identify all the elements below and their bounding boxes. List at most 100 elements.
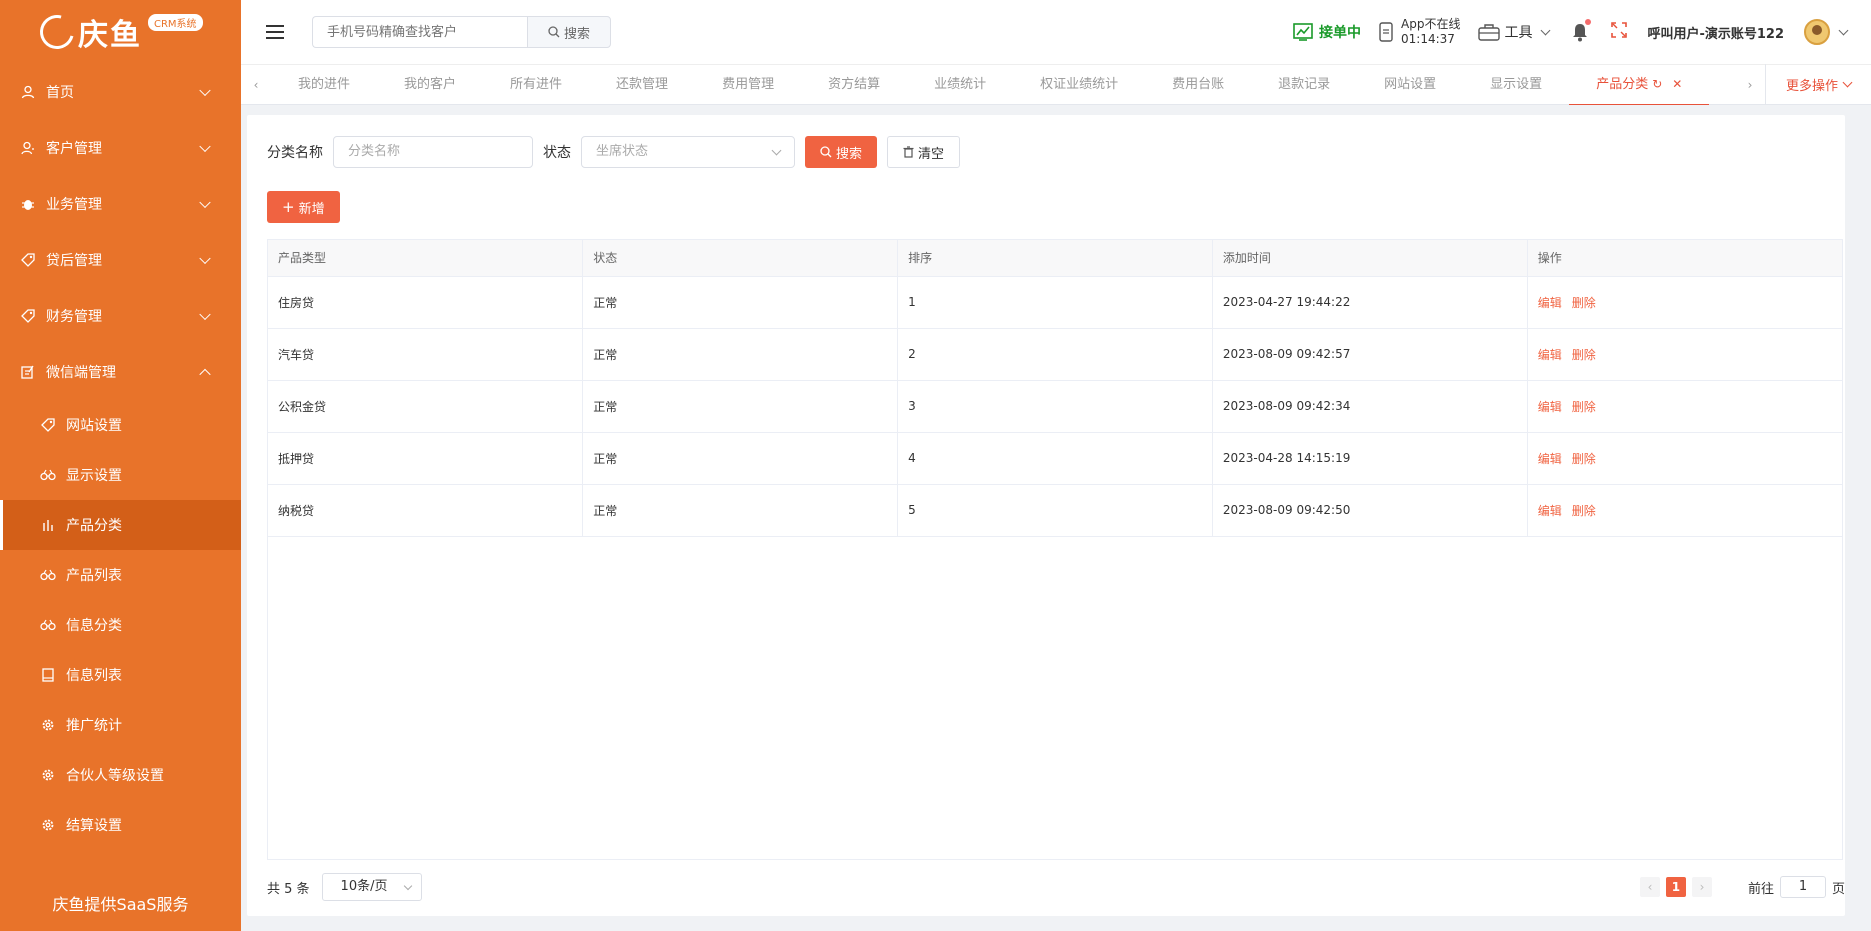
tag-icon	[20, 308, 36, 324]
fullscreen-icon[interactable]	[1611, 22, 1628, 42]
delete-link[interactable]: 删除	[1572, 348, 1596, 362]
chevron-down-icon	[199, 308, 211, 321]
accept-status[interactable]: 接单中	[1293, 22, 1361, 42]
hamburger-menu-icon[interactable]	[266, 25, 284, 39]
sidebar-sub-item-label: 信息分类	[66, 618, 122, 634]
edit-link[interactable]: 编辑	[1538, 348, 1562, 362]
saas-footer: 庆鱼提供SaaS服务	[52, 895, 189, 914]
tab-8[interactable]: 费用台账	[1145, 64, 1251, 105]
tab-scroll-right-icon[interactable]: ›	[1735, 78, 1765, 92]
sidebar-menu-1[interactable]: 客户管理	[0, 120, 241, 176]
add-button[interactable]: + 新增	[267, 191, 340, 223]
cell-operations: 编辑 删除	[1527, 484, 1842, 537]
tab-7[interactable]: 权证业绩统计	[1013, 64, 1145, 105]
column-header: 添加时间	[1212, 240, 1528, 277]
sidebar-sub-item-label: 信息列表	[66, 668, 122, 684]
edit-link[interactable]: 编辑	[1538, 452, 1562, 466]
total-count: 共 5 条	[267, 881, 310, 897]
prev-page-icon[interactable]: ‹	[1639, 877, 1660, 897]
clear-button-label: 清空	[918, 146, 945, 162]
next-page-icon[interactable]: ›	[1691, 877, 1712, 897]
plus-icon: +	[282, 197, 295, 216]
logo[interactable]: 庆鱼 CRM系统	[0, 0, 241, 64]
sidebar-menu-4[interactable]: 财务管理	[0, 288, 241, 344]
delete-link[interactable]: 删除	[1572, 504, 1596, 518]
cell-time: 2023-08-09 09:42:57	[1212, 328, 1528, 381]
delete-link[interactable]: 删除	[1572, 452, 1596, 466]
tab-label: 资方结算	[828, 77, 881, 92]
sidebar-menu-0[interactable]: 首页	[0, 64, 241, 120]
goto-page: 前往 1 页	[1748, 876, 1845, 898]
gear-icon	[40, 717, 56, 733]
accept-status-label: 接单中	[1319, 25, 1361, 41]
current-page[interactable]: 1	[1665, 877, 1686, 897]
table-row: 纳税贷 正常 5 2023-08-09 09:42:50 编辑 删除	[268, 484, 1842, 537]
cell-operations: 编辑 删除	[1527, 276, 1842, 329]
book-icon	[40, 667, 56, 683]
category-table: 产品类型 状态 排序 添加时间 操作 住房贷 正常 1 2023-04-27 19:44:22…	[267, 239, 1843, 860]
header-right: 接单中 App不在线 01:14:37 工具 呼叫用户-演示账号122	[1293, 0, 1871, 64]
notification-bell[interactable]	[1571, 19, 1592, 42]
tab-4[interactable]: 费用管理	[695, 64, 801, 105]
tab-1[interactable]: 我的客户	[377, 64, 483, 105]
tab-3[interactable]: 还款管理	[589, 64, 695, 105]
sidebar-menu-5[interactable]: 微信端管理	[0, 344, 241, 400]
customer-search-button[interactable]: 搜索	[527, 16, 611, 48]
tab-10[interactable]: 网站设置	[1357, 64, 1463, 105]
sidebar-sub-item-8[interactable]: 结算设置	[0, 800, 241, 850]
gear-icon	[40, 817, 56, 833]
table-body: 住房贷 正常 1 2023-04-27 19:44:22 编辑 删除 汽车贷 正常 2 2023-…	[268, 276, 1842, 537]
tab-11[interactable]: 显示设置	[1463, 64, 1569, 105]
tab-6[interactable]: 业绩统计	[907, 64, 1013, 105]
goto-page-input[interactable]: 1	[1779, 876, 1826, 898]
sidebar-menu-2[interactable]: 业务管理	[0, 176, 241, 232]
edit-link[interactable]: 编辑	[1538, 400, 1562, 414]
sidebar-sub-item-7[interactable]: 合伙人等级设置	[0, 750, 241, 800]
trash-icon	[903, 146, 914, 158]
sidebar-sub-item-3[interactable]: 产品列表	[0, 550, 241, 600]
sidebar-sub-item-1[interactable]: 显示设置	[0, 450, 241, 500]
clear-button[interactable]: 清空	[887, 136, 961, 168]
user-chevron-down-icon[interactable]	[1838, 25, 1849, 35]
refresh-icon[interactable]: ↻	[1652, 77, 1662, 91]
search-icon	[548, 26, 560, 38]
tab-2[interactable]: 所有进件	[483, 64, 589, 105]
sidebar-sub-item-label: 产品列表	[66, 568, 122, 584]
page-size-select[interactable]: 10条/页	[321, 873, 422, 901]
tab-12[interactable]: 产品分类 ↻ ✕	[1569, 64, 1710, 105]
sidebar-sub-item-4[interactable]: 信息分类	[0, 600, 241, 650]
tools-dropdown[interactable]: 工具	[1478, 22, 1551, 42]
tab-9[interactable]: 退款记录	[1251, 64, 1357, 105]
category-name-input[interactable]: 分类名称	[333, 136, 533, 168]
more-operations-button[interactable]: 更多操作	[1765, 64, 1871, 105]
tab-label: 我的进件	[298, 77, 351, 92]
tab-0[interactable]: 我的进件	[271, 64, 377, 105]
more-operations-label: 更多操作	[1785, 79, 1838, 94]
cell-type: 住房贷	[268, 276, 584, 329]
user-name[interactable]: 呼叫用户-演示账号122	[1647, 23, 1784, 42]
page-size-value: 10条/页	[340, 879, 388, 894]
customer-search-input[interactable]	[312, 16, 527, 48]
edit-link[interactable]: 编辑	[1538, 504, 1562, 518]
fish-logo-icon	[33, 8, 81, 56]
status-select[interactable]: 坐席状态	[581, 136, 795, 168]
cell-time: 2023-04-28 14:15:19	[1212, 432, 1528, 485]
delete-link[interactable]: 删除	[1572, 296, 1596, 310]
tab-label: 权证业绩统计	[1040, 77, 1119, 92]
sidebar-sub-item-2[interactable]: 产品分类	[0, 500, 241, 550]
close-icon[interactable]: ✕	[1672, 77, 1682, 91]
sidebar-sub-item-6[interactable]: 推广统计	[0, 700, 241, 750]
sidebar-sub-item-label: 网站设置	[66, 418, 122, 434]
cell-sort: 1	[897, 276, 1213, 329]
tab-5[interactable]: 资方结算	[801, 64, 907, 105]
sidebar-sub-item-5[interactable]: 信息列表	[0, 650, 241, 700]
tab-scroll-left-icon[interactable]: ‹	[241, 78, 271, 92]
edit-link[interactable]: 编辑	[1538, 296, 1562, 310]
cell-operations: 编辑 删除	[1527, 328, 1842, 381]
delete-link[interactable]: 删除	[1572, 400, 1596, 414]
avatar[interactable]	[1804, 19, 1830, 45]
sidebar-menu-3[interactable]: 贷后管理	[0, 232, 241, 288]
customer-search: 搜索	[312, 16, 611, 48]
sidebar-sub-item-0[interactable]: 网站设置	[0, 400, 241, 450]
search-button[interactable]: 搜索	[805, 136, 878, 168]
